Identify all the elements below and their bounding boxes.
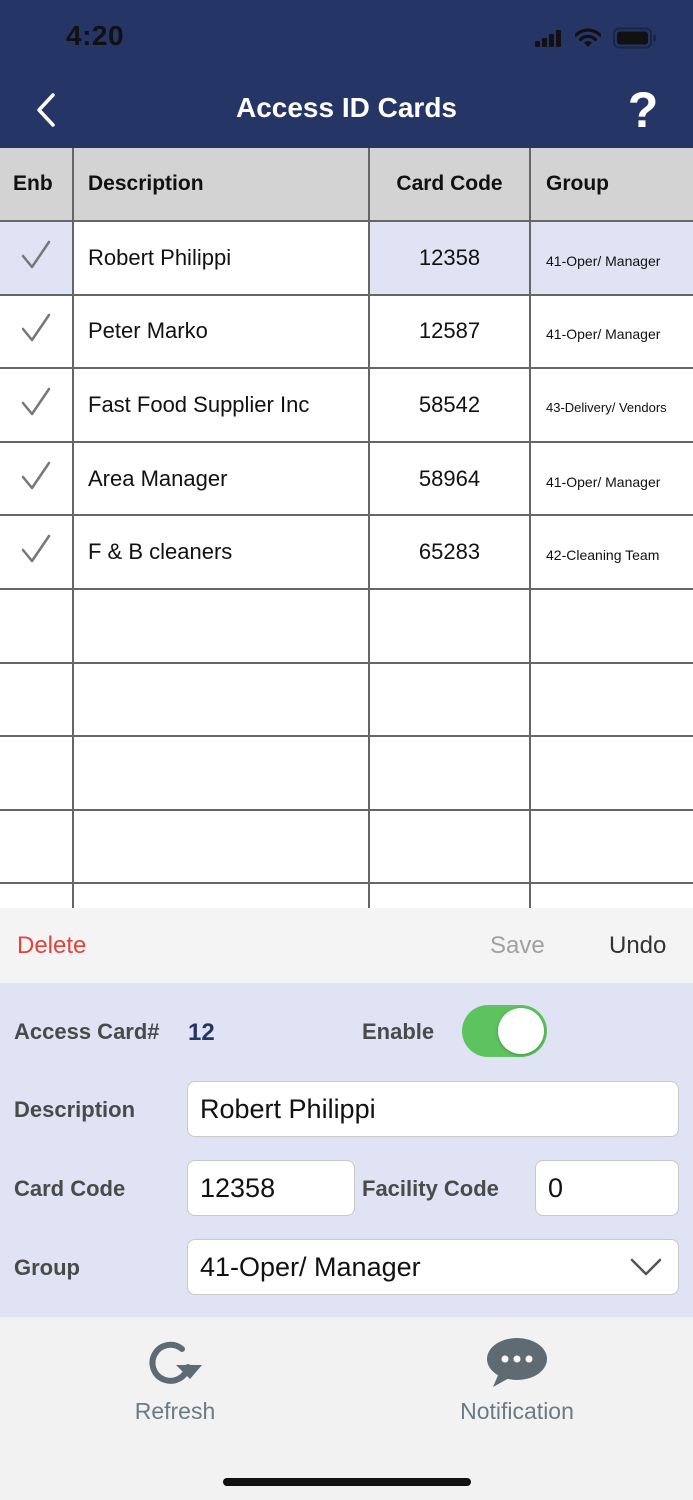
access-cards-table: Enb Description Card Code Group Robert P… [0,148,693,908]
description-cell: Fast Food Supplier Inc [72,367,370,443]
undo-button[interactable]: Undo [609,932,666,960]
card-code-label: Card Code [14,1176,126,1201]
enabled-check-cell [0,440,74,517]
description-cell: Area Manager [72,440,370,517]
checkmark-icon [21,387,51,416]
enable-toggle[interactable] [462,1005,547,1057]
column-header-group[interactable]: Group [529,148,693,222]
access-card-label: Access Card# [14,1019,160,1044]
group-select[interactable]: 41-Oper/ Manager [187,1239,679,1295]
facility-code-field[interactable]: 0 [535,1160,679,1216]
status-time: 4:20 [66,20,125,51]
signal-icon [535,30,561,47]
enabled-check-cell [0,220,74,296]
enabled-check-cell [0,514,74,590]
table-row[interactable]: Peter Marko 12587 41-Oper/ Manager [0,293,693,370]
refresh-label: Refresh [134,1398,216,1424]
chat-bubble-icon [487,1338,547,1387]
table-row[interactable]: Area Manager 58964 41-Oper/ Manager [0,440,693,517]
group-cell: 41-Oper/ Manager [529,220,693,296]
column-header-description[interactable]: Description [72,148,370,222]
description-cell: F & B cleaners [72,514,370,590]
enabled-check-cell [0,293,74,370]
group-cell: 43-Delivery/ Vendors [529,367,693,443]
column-header-card-code[interactable]: Card Code [368,148,531,222]
card-code-field[interactable]: 12358 [187,1160,355,1216]
wifi-icon [575,28,601,47]
description-label: Description [14,1097,136,1122]
status-icons [535,26,657,50]
save-button[interactable]: Save [490,932,545,960]
help-button[interactable]: ? [621,80,665,140]
card-edit-panel: Access Card# 12 Enable Description Rober… [0,983,693,1317]
card-code-cell: 58964 [368,440,531,517]
card-code-cell: 12587 [368,293,531,370]
enabled-check-cell [0,367,74,443]
table-header-row: Enb Description Card Code Group [0,148,693,222]
enable-label: Enable [362,1019,435,1044]
notification-tab[interactable]: Notification [437,1337,597,1425]
checkmark-icon [21,314,51,342]
group-cell: 41-Oper/ Manager [529,440,693,517]
column-header-enb[interactable]: Enb [0,148,74,222]
delete-button[interactable]: Delete [17,932,86,960]
toggle-knob [498,1008,544,1054]
empty-table-row[interactable] [0,882,693,908]
group-select-value: 41-Oper/ Manager [200,1251,421,1282]
description-field[interactable]: Robert Philippi [187,1081,679,1137]
card-code-cell: 58542 [368,367,531,443]
group-cell: 41-Oper/ Manager [529,293,693,370]
battery-icon [613,27,656,49]
card-code-cell: 65283 [368,514,531,590]
checkmark-icon [21,461,51,489]
checkmark-icon [21,240,51,269]
card-code-cell: 12358 [368,220,531,296]
group-label: Group [14,1255,80,1280]
checkmark-icon [21,534,51,563]
refresh-tab[interactable]: Refresh [105,1337,245,1425]
page-title: Access ID Cards [235,92,457,123]
empty-table-row[interactable] [0,661,693,738]
action-bar: Delete Save Undo [0,908,693,983]
empty-table-row[interactable] [0,808,693,885]
home-indicator [223,1478,471,1486]
facility-code-label: Facility Code [362,1176,499,1201]
description-cell: Robert Philippi [72,220,370,296]
empty-table-row[interactable] [0,735,693,811]
access-card-number: 12 [188,1019,215,1046]
refresh-icon [149,1341,202,1384]
group-cell: 42-Cleaning Team [529,514,693,590]
nav-header: 4:20 Access ID Cards ? [0,0,693,148]
table-row[interactable]: Fast Food Supplier Inc 58542 43-Delivery… [0,367,693,443]
empty-table-row[interactable] [0,587,693,664]
table-row[interactable]: F & B cleaners 65283 42-Cleaning Team [0,514,693,590]
notification-label: Notification [460,1398,574,1424]
bottom-tab-bar: Refresh Notification [0,1317,693,1500]
chevron-down-icon [630,1258,662,1276]
table-row[interactable]: Robert Philippi 12358 41-Oper/ Manager [0,220,693,296]
description-cell: Peter Marko [72,293,370,370]
